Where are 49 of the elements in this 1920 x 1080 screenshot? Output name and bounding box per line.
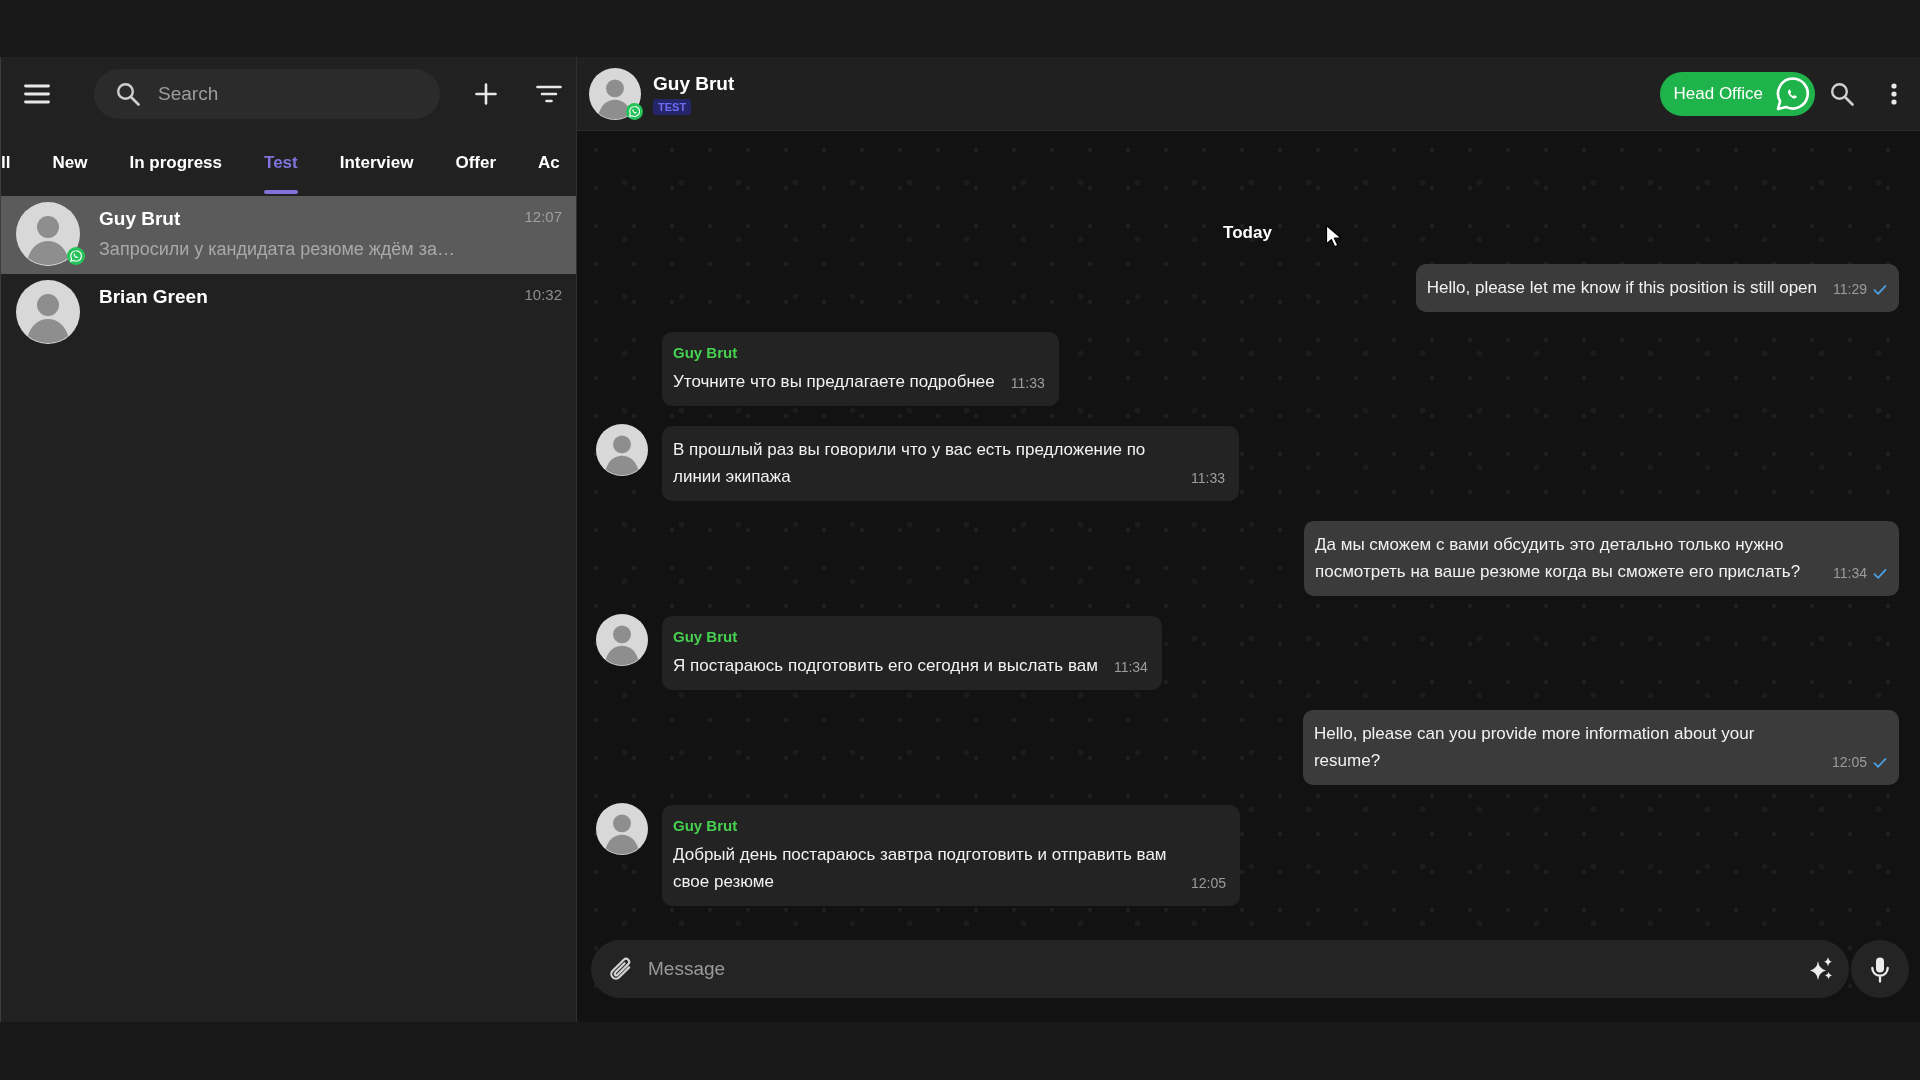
message-text: Уточните что вы предлагаете подробнее [673, 371, 995, 393]
menu-icon[interactable] [24, 83, 50, 104]
message-time: 11:33 [1191, 469, 1225, 488]
message-text: Добрый день постараюсь завтра подготовить и отправить вам свое резюме [673, 844, 1168, 893]
message-time: 11:33 [1010, 374, 1045, 393]
avatar-icon [16, 280, 80, 344]
filter-tab[interactable]: ll [1, 130, 11, 196]
plus-icon[interactable] [475, 82, 497, 105]
more-icon[interactable] [1891, 82, 1897, 105]
message-input[interactable]: Message [591, 940, 1849, 998]
avatar-icon [589, 67, 641, 120]
contact-name: Guy Brut [653, 72, 735, 95]
chat-list-item[interactable]: Brian Green 10:32 [1, 274, 576, 352]
message-time: 11:34 [1113, 658, 1148, 677]
filter-tab[interactable]: Ac [538, 130, 560, 196]
message-time: 11:29 [1833, 280, 1867, 299]
filter-icon[interactable] [536, 84, 562, 103]
message-text: Hello, please let me know if this position is still open [1426, 277, 1817, 299]
search-icon[interactable] [1830, 81, 1854, 106]
message-time: 11:34 [1833, 564, 1867, 583]
sender-name: Guy Brut [673, 816, 739, 836]
message-text: Я постараюсь подготовить его сегодня и выслать вам [673, 655, 1098, 677]
filter-tab[interactable]: Interview [339, 130, 414, 196]
filter-tab[interactable]: Offer [455, 130, 497, 196]
sender-name: Guy Brut [673, 343, 739, 363]
filter-tab[interactable]: Test [264, 130, 298, 196]
chat-time: 10:32 [524, 286, 562, 304]
message-text: Да мы сможем с вами обсудить это детально только нужно посмотреть на ваше резюме когда вы сможете его прислать? [1315, 534, 1802, 583]
mouse-pointer-icon [1325, 224, 1343, 248]
search-field[interactable]: Search [94, 68, 440, 119]
avatar-icon [16, 202, 80, 266]
chat-time: 12:07 [524, 208, 562, 226]
message-time: 12:05 [1191, 874, 1227, 893]
sender-name: Guy Brut [673, 627, 739, 647]
message-text: В прошлый раз вы говорили что у вас есть предложение по линии экипажа [673, 439, 1147, 488]
chat-list-item[interactable]: Guy Brut 12:07 Запросили у кандидата резюме ждём за… [1, 196, 576, 274]
contact-tag: TEST [653, 98, 692, 115]
phone-bubble-icon [1775, 75, 1811, 112]
search-icon [116, 81, 140, 106]
mic-icon [1870, 955, 1890, 983]
contact-name: Guy Brut [99, 208, 181, 230]
sparkle-icon[interactable] [1808, 956, 1834, 982]
message-preview: Запросили у кандидата резюме ждём за… [99, 238, 456, 260]
filter-tab[interactable]: New [52, 130, 88, 196]
date-label: Today [1223, 222, 1272, 244]
message-time: 12:05 [1831, 753, 1867, 772]
message-text: Hello, please can you provide more information about your resume? [1313, 723, 1756, 772]
filter-tab[interactable]: In progress [129, 130, 222, 196]
contact-name: Brian Green [99, 286, 208, 308]
